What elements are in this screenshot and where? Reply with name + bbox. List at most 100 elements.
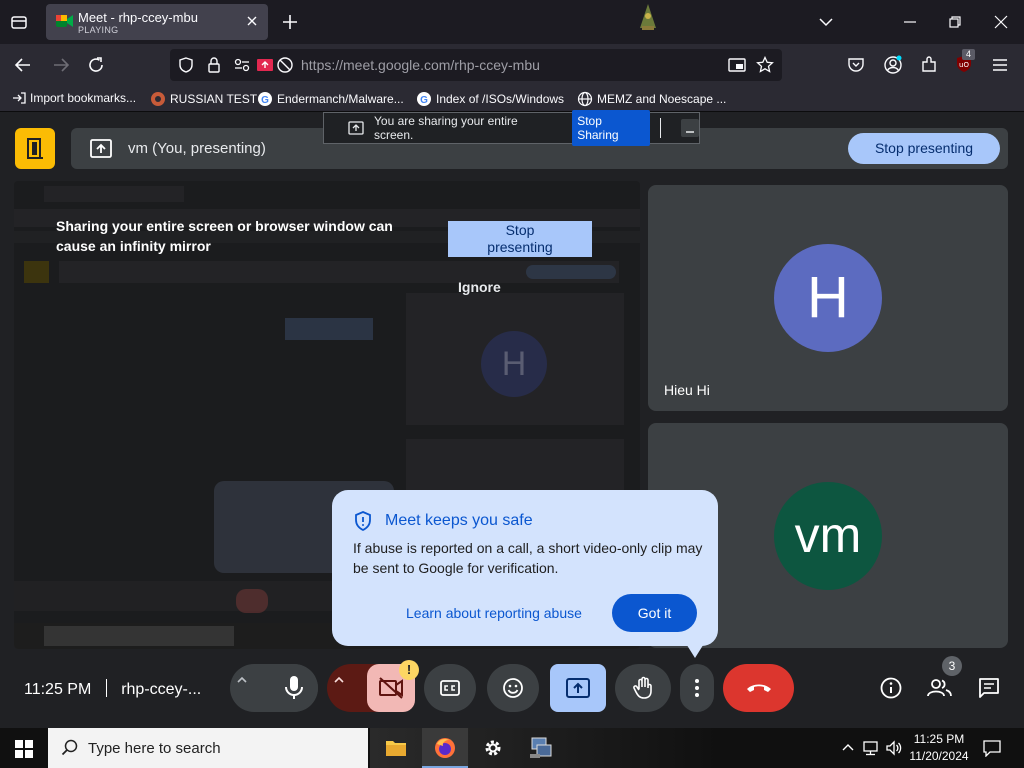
tab-list-icon[interactable] (10, 13, 28, 31)
participant-name: Hieu Hi (664, 382, 710, 398)
meeting-code: rhp-ccey-... (121, 681, 202, 698)
network-app-icon[interactable] (528, 736, 554, 760)
screen-share-indicator-icon[interactable] (256, 56, 274, 74)
close-tab-icon[interactable] (246, 15, 258, 27)
infinity-mirror-warning: Sharing your entire screen or browser wi… (56, 218, 393, 254)
share-screen-icon (348, 121, 364, 135)
participant-avatar: vm (774, 482, 882, 590)
search-icon (61, 739, 79, 757)
settings-gear-icon[interactable] (482, 737, 504, 759)
meeting-clock: 11:25 PM rhp-ccey-... (24, 679, 201, 699)
bookmark-index-isos[interactable]: G Index of /ISOs/Windows (416, 91, 564, 107)
more-vert-icon (695, 679, 699, 697)
chat-icon[interactable] (978, 677, 1000, 699)
google-icon: G (417, 92, 431, 106)
bookmark-label: MEMZ and Noescape ... (597, 92, 727, 106)
bookmark-star-icon[interactable] (756, 56, 774, 74)
meeting-info-icon[interactable] (880, 677, 902, 699)
bookmark-label: RUSSIAN TEST (170, 92, 258, 106)
people-icon[interactable] (927, 679, 953, 697)
navigation-toolbar: https://meet.google.com/rhp-ccey-mbu uO … (0, 44, 1024, 86)
people-count-badge: 3 (942, 656, 962, 676)
import-icon (13, 92, 26, 104)
microphone-icon (285, 676, 303, 699)
new-tab-icon[interactable] (282, 14, 298, 30)
account-icon[interactable] (883, 55, 903, 75)
bookmark-endermanch[interactable]: G Endermanch/Malware... (257, 91, 404, 107)
list-all-tabs-icon[interactable] (816, 12, 836, 32)
extension-badge: 4 (962, 49, 975, 60)
stop-presenting-inline-button[interactable]: Stop presenting (448, 221, 592, 257)
minimize-window-icon[interactable] (900, 12, 920, 32)
stop-presenting-button[interactable]: Stop presenting (848, 133, 1000, 164)
camera-blocked-icon[interactable] (276, 56, 294, 74)
taskbar-time[interactable]: 11:25 PM (906, 732, 972, 746)
bookmark-label: Import bookmarks... (30, 91, 137, 105)
picture-in-picture-icon[interactable] (728, 57, 746, 73)
reactions-button[interactable] (487, 664, 539, 712)
participant-avatar: H (774, 244, 882, 352)
tab-meet[interactable]: Meet - rhp-ccey-mbu PLAYING (46, 4, 268, 40)
tracking-shield-icon[interactable] (178, 57, 194, 73)
reload-icon[interactable] (87, 56, 105, 74)
site-favicon-icon (151, 92, 165, 106)
minimize-icon (686, 131, 695, 133)
bookmark-memz[interactable]: MEMZ and Noescape ... (577, 91, 726, 107)
taskbar-search[interactable]: Type here to search (48, 728, 368, 768)
participant-tile[interactable]: H Hieu Hi (648, 185, 1008, 411)
url-text[interactable]: https://meet.google.com/rhp-ccey-mbu (301, 57, 540, 73)
tab-strip: Meet - rhp-ccey-mbu PLAYING (0, 0, 1024, 44)
forward-icon[interactable] (52, 56, 70, 74)
close-window-icon[interactable] (991, 12, 1011, 32)
firefox-icon (435, 738, 455, 758)
bookmark-import[interactable]: Import bookmarks... (12, 91, 136, 105)
mic-button[interactable] (270, 664, 318, 712)
bookmarks-toolbar: Import bookmarks... RUSSIAN TEST G Ender… (0, 86, 1024, 112)
popup-pointer (685, 642, 705, 658)
captions-button[interactable] (424, 664, 476, 712)
present-now-button[interactable] (550, 664, 606, 712)
volume-icon[interactable] (885, 739, 903, 757)
globe-icon (577, 91, 593, 107)
file-explorer-icon[interactable] (385, 738, 407, 758)
extensions-icon[interactable] (920, 56, 938, 74)
restore-window-icon[interactable] (945, 12, 965, 32)
tab-title: Meet - rhp-ccey-mbu (78, 10, 198, 25)
notifications-icon[interactable] (982, 739, 1002, 757)
url-path: /rhp-ccey-mbu (450, 57, 540, 73)
leave-call-button[interactable] (723, 664, 794, 712)
address-bar[interactable]: https://meet.google.com/rhp-ccey-mbu (170, 49, 782, 81)
share-notice-text: You are sharing your entire screen. (374, 114, 518, 142)
bookmark-label: Endermanch/Malware... (277, 92, 404, 106)
stop-sharing-button[interactable]: Stop Sharing (572, 110, 651, 146)
more-options-button[interactable] (680, 664, 714, 712)
divider (105, 679, 107, 697)
taskbar-date[interactable]: 11/20/2024 (906, 749, 972, 763)
svg-text:G: G (261, 95, 269, 106)
windows-start-icon[interactable] (15, 740, 33, 758)
safety-body: If abuse is reported on a call, a short … (353, 540, 703, 576)
show-hidden-icons-chevron-icon[interactable] (842, 742, 854, 752)
network-status-icon[interactable] (862, 739, 880, 757)
exit-door-icon (27, 138, 43, 159)
tab-playing-label: PLAYING (78, 25, 119, 35)
hide-notice-button[interactable] (681, 119, 700, 137)
ignore-button[interactable]: Ignore (458, 279, 501, 295)
svg-text:G: G (420, 95, 428, 106)
presenting-title: vm (You, presenting) (128, 140, 266, 157)
lock-icon[interactable] (207, 57, 221, 73)
got-it-button[interactable]: Got it (612, 594, 697, 632)
pocket-icon[interactable] (847, 56, 865, 74)
firefox-taskbar-button[interactable] (422, 728, 468, 768)
meet-favicon-icon (56, 13, 74, 29)
presenting-indicator-button[interactable] (15, 128, 55, 169)
raise-hand-button[interactable] (615, 664, 671, 712)
bookmark-russian-test[interactable]: RUSSIAN TEST (150, 91, 257, 107)
menu-hamburger-icon[interactable] (991, 56, 1009, 74)
url-host: https://meet.google.com (301, 57, 451, 73)
back-icon[interactable] (14, 56, 32, 74)
learn-reporting-link[interactable]: Learn about reporting abuse (406, 605, 582, 621)
shield-icon (354, 511, 372, 531)
permissions-icon[interactable] (234, 58, 250, 72)
ublock-icon[interactable]: uO 4 (954, 49, 976, 75)
